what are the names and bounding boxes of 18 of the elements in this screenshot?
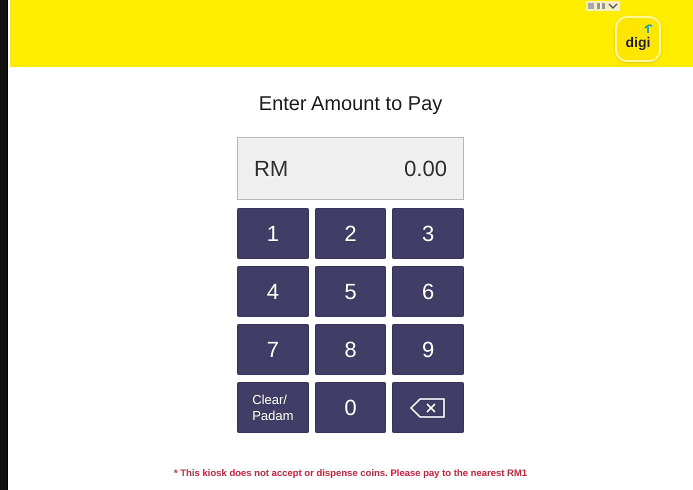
- digit-key[interactable]: 0: [314, 382, 386, 433]
- digit-key[interactable]: 4: [237, 266, 309, 317]
- clear-key[interactable]: Clear/ Padam: [237, 382, 309, 433]
- digit-key[interactable]: 9: [392, 324, 464, 375]
- logo-text: digi: [626, 32, 650, 52]
- digit-key[interactable]: 8: [314, 324, 386, 375]
- backspace-key[interactable]: [392, 382, 464, 433]
- coin-notice: * This kiosk does not accept or dispense coins. Please pay to the nearest RM1: [174, 467, 528, 481]
- digit-key[interactable]: 6: [392, 266, 464, 317]
- digit-key[interactable]: 7: [237, 324, 309, 375]
- digit-key[interactable]: 2: [314, 208, 386, 259]
- page-title: Enter Amount to Pay: [258, 92, 442, 117]
- digit-key[interactable]: 5: [314, 266, 386, 317]
- currency-label: RM: [254, 155, 288, 183]
- backspace-icon: [410, 398, 446, 418]
- amount-value: 0.00: [404, 155, 447, 183]
- digit-key[interactable]: 3: [392, 208, 464, 259]
- digit-key[interactable]: 1: [237, 208, 309, 259]
